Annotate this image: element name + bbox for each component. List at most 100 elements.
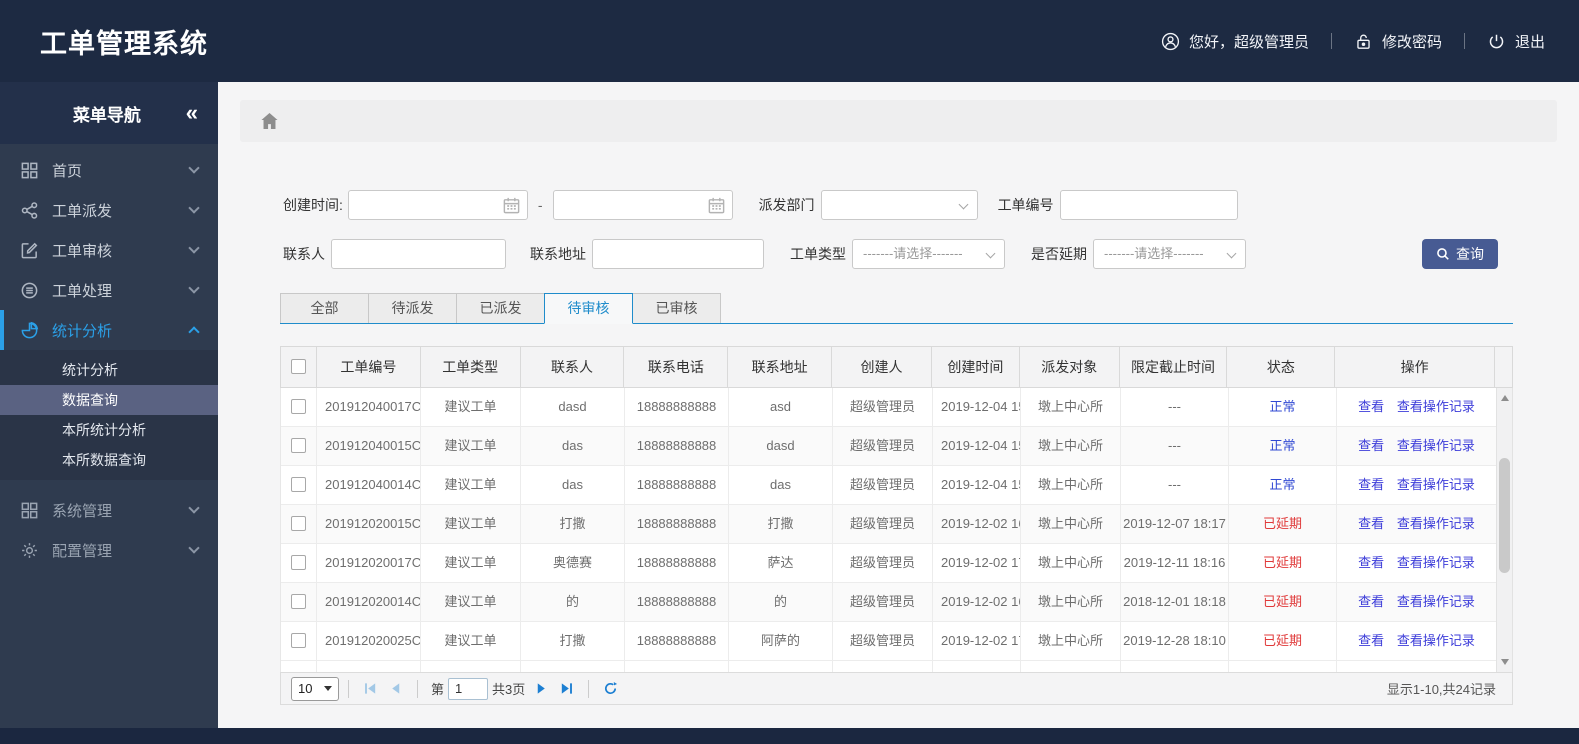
delay-select[interactable]: -------请选择------- [1093,239,1246,269]
cell-address: 萨达 [729,544,833,582]
order-type-select[interactable]: -------请选择------- [852,239,1005,269]
row-checkbox[interactable] [291,398,306,414]
breadcrumb [240,100,1557,142]
delay-label: 是否延期 [1031,246,1087,262]
view-log-link[interactable]: 查看操作记录 [1397,633,1475,648]
table-row: 201912020025C 建议工单 打撒 18888888888 阿萨的 超级… [281,622,1497,661]
sidebar: 菜单导航 « 首页 工单派发 工单审核 工单处理 统计分析 统计分析 数据查询 … [0,82,218,728]
view-link[interactable]: 查看 [1358,594,1384,609]
cell-order-type: 建议工单 [421,544,521,582]
cell-order-no: 201912040015C [317,427,421,465]
cell-contact: dasd [521,388,625,426]
date-start-input[interactable] [347,190,528,220]
cell-phone: 18888888888 [625,583,729,621]
cell-target: 墩上中心所 [1021,466,1121,504]
table-row: 201912040015C 建议工单 das 18888888888 dasd … [281,427,1497,466]
cell-target: 墩上中心所 [1021,505,1121,543]
cell-deadline: 2019-12-07 18:17 [1121,505,1229,543]
first-page-icon[interactable] [363,681,378,696]
cell-creator: 超级管理员 [833,622,933,660]
cell-order-no: 201912020014C [317,583,421,621]
page-number-input[interactable] [448,677,489,700]
row-checkbox[interactable] [291,476,306,492]
view-log-link[interactable]: 查看操作记录 [1397,516,1475,531]
sidebar-item-config[interactable]: 配置管理 [0,530,218,570]
sidebar-item-dispatch[interactable]: 工单派发 [0,190,218,230]
query-button[interactable]: 查询 [1422,239,1498,269]
page-size-select[interactable]: 10 [291,676,339,701]
view-link[interactable]: 查看 [1358,555,1384,570]
change-password-button[interactable]: 修改密码 [1354,31,1442,52]
cell-contact: 奥德赛 [521,544,625,582]
row-checkbox[interactable] [291,515,306,531]
chevron-down-icon [324,686,332,691]
scroll-down-icon[interactable] [1497,654,1512,670]
table-scrollbar[interactable] [1496,388,1513,672]
order-no-input[interactable] [1059,190,1238,220]
scroll-up-icon[interactable] [1497,390,1512,406]
cell-deadline: --- [1121,466,1229,504]
col-created: 创建时间 [932,347,1020,387]
tab-dispatched[interactable]: 已派发 [456,293,545,323]
next-page-icon[interactable] [534,681,549,696]
sidebar-item-home[interactable]: 首页 [0,150,218,190]
tab-to-dispatch[interactable]: 待派发 [368,293,457,323]
row-checkbox[interactable] [291,437,306,453]
table-body: 201912040017C 建议工单 dasd 18888888888 asd … [280,388,1513,672]
user-greeting[interactable]: 您好，超级管理员 [1161,31,1309,52]
submenu-item-local-data-query[interactable]: 本所数据查询 [0,445,218,475]
row-checkbox[interactable] [291,593,306,609]
row-checkbox[interactable] [291,554,306,570]
tab-all[interactable]: 全部 [280,293,369,323]
submenu-item-local-statistics[interactable]: 本所统计分析 [0,415,218,445]
tab-to-review[interactable]: 待审核 [544,293,633,324]
sidebar-item-statistics[interactable]: 统计分析 [0,310,218,350]
contact-input[interactable] [331,239,506,269]
prev-page-icon[interactable] [388,681,403,696]
scrollbar-thumb[interactable] [1499,458,1510,573]
submenu-item-data-query[interactable]: 数据查询 [0,385,218,415]
cell-creator: 超级管理员 [833,583,933,621]
cell-phone: 18888888888 [625,544,729,582]
view-link[interactable]: 查看 [1358,633,1384,648]
tab-reviewed[interactable]: 已审核 [632,293,721,323]
cell-deadline: 2019-12-28 18:10 [1121,622,1229,660]
date-end-input[interactable] [552,190,733,220]
row-checkbox[interactable] [291,632,306,648]
view-log-link[interactable]: 查看操作记录 [1397,555,1475,570]
collapse-sidebar-icon[interactable]: « [186,102,198,124]
cell-order-type: 建议工单 [421,427,521,465]
home-icon[interactable] [260,112,279,130]
refresh-icon[interactable] [603,681,618,696]
sidebar-item-process[interactable]: 工单处理 [0,270,218,310]
last-page-icon[interactable] [559,681,574,696]
sidebar-item-review[interactable]: 工单审核 [0,230,218,270]
view-log-link[interactable]: 查看操作记录 [1397,477,1475,492]
sidebar-item-system[interactable]: 系统管理 [0,490,218,530]
view-log-link[interactable]: 查看操作记录 [1397,594,1475,609]
submenu-item-statistics[interactable]: 统计分析 [0,355,218,385]
view-link[interactable]: 查看 [1358,516,1384,531]
view-log-link[interactable]: 查看操作记录 [1397,438,1475,453]
address-input[interactable] [592,239,764,269]
pager-divider [417,679,418,698]
view-link[interactable]: 查看 [1358,477,1384,492]
chevron-down-icon [958,199,969,210]
cell-target: 墩上中心所 [1021,583,1121,621]
page-prefix: 第 [431,682,445,697]
status-tabs: 全部 待派发 已派发 待审核 已审核 [280,293,1513,324]
chevron-down-icon [188,162,200,174]
col-order-type: 工单类型 [421,347,521,387]
cell-order-type: 建议工单 [421,466,521,504]
logout-button[interactable]: 退出 [1487,31,1545,52]
cell-created: 2019-12-02 17 [933,622,1021,660]
col-target: 派发对象 [1020,347,1120,387]
view-link[interactable]: 查看 [1358,438,1384,453]
dispatch-dept-select[interactable] [820,190,978,220]
cell-order-no: 201912020015C [317,505,421,543]
order-type-label: 工单类型 [790,246,846,262]
view-link[interactable]: 查看 [1358,399,1384,414]
select-all-checkbox[interactable] [290,359,306,375]
cell-creator: 超级管理员 [833,466,933,504]
view-log-link[interactable]: 查看操作记录 [1397,399,1475,414]
